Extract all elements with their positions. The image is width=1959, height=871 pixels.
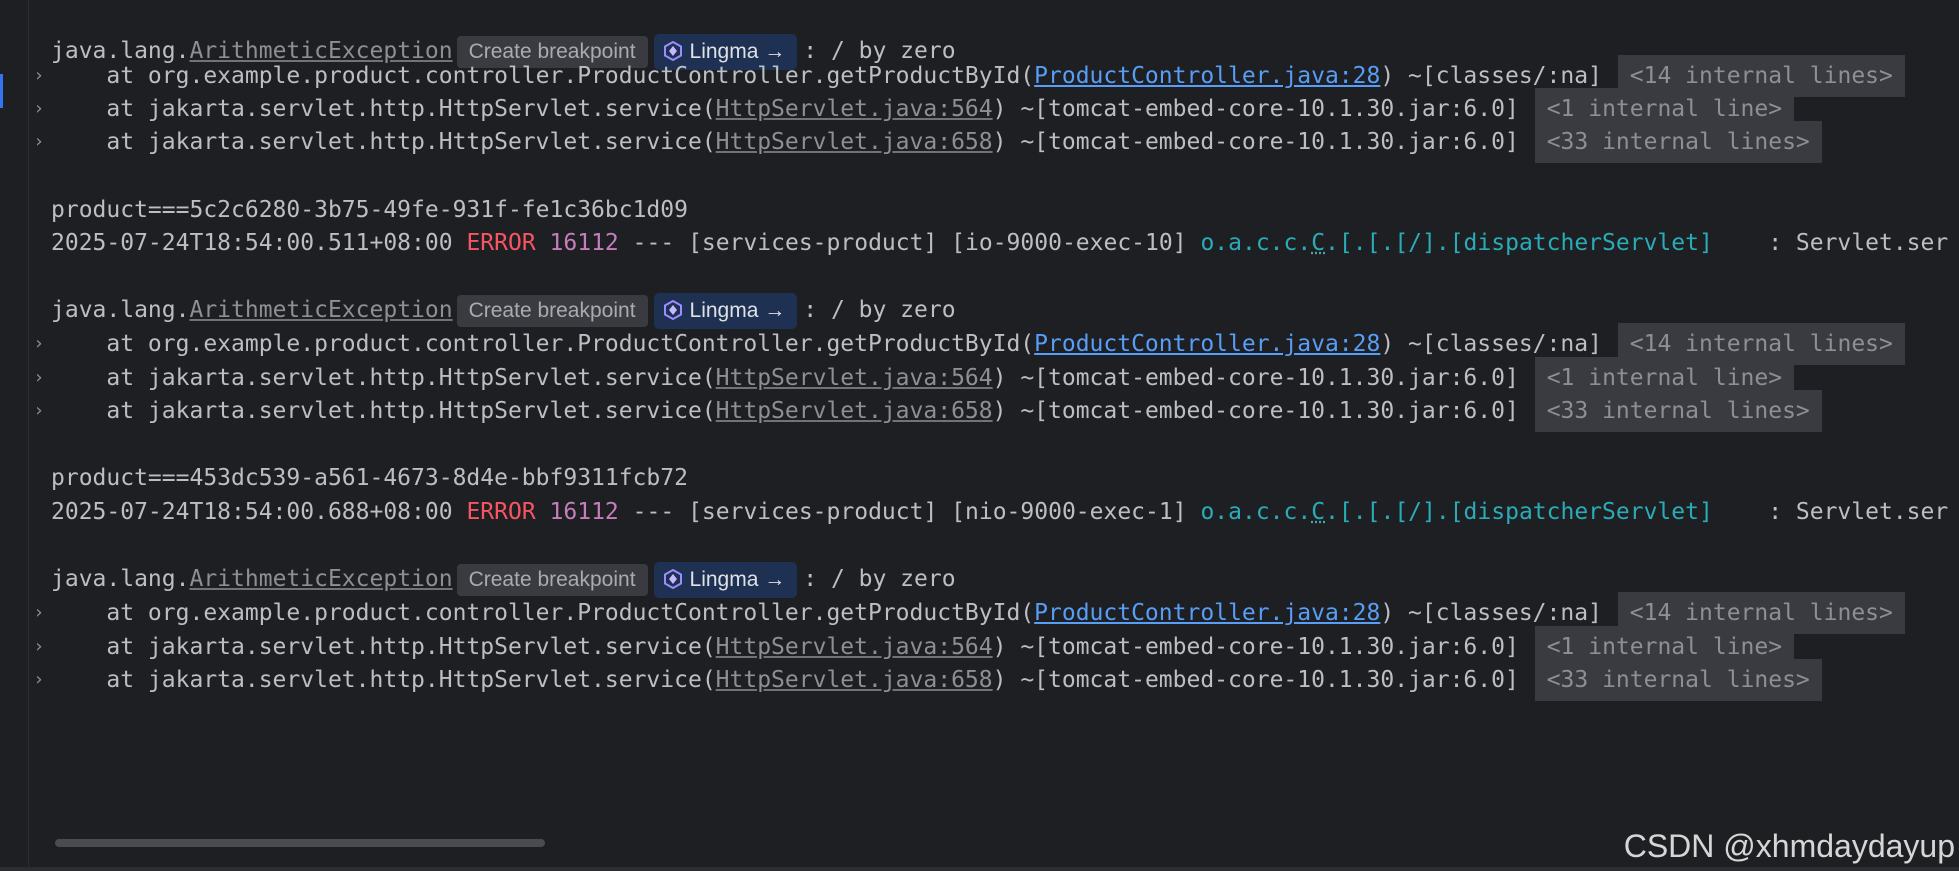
frame-source-link[interactable]: HttpServlet.java:658 [716,667,993,693]
fold-chevron-icon[interactable]: › [30,390,48,432]
log-pid: 16112 [549,230,619,256]
frame-source-link[interactable]: HttpServlet.java:564 [716,365,993,391]
logger-part: .[.[.[/].[dispatcherServlet] [1325,230,1713,256]
internal-lines-toggle[interactable]: <33 internal lines> [1534,390,1822,432]
exception-class-link[interactable]: ArithmeticException [189,297,452,323]
lingma-icon [663,299,682,320]
log-thread: [nio-9000-exec-1] [951,499,1187,525]
frame-text: at jakarta.servlet.http.HttpServlet.serv… [51,96,716,122]
create-breakpoint-button[interactable]: Create breakpoint [456,563,648,596]
exception-message: : / by zero [803,297,956,323]
frame-text: at org.example.product.controller.Produc… [51,331,1035,357]
watermark: CSDN @xhmdaydayup [1623,828,1955,864]
logger-part: .[.[.[/].[dispatcherServlet] [1325,499,1713,525]
log-timestamp: 2025-07-24T18:54:00.688+08:00 [51,499,453,525]
frame-suffix: ) ~[tomcat-embed-core-10.1.30.jar:6.0] [992,129,1519,155]
console-window: { "lingma_label": "Lingma →", "create_br… [0,0,1959,871]
frame-source-link[interactable]: ProductController.java:28 [1034,331,1380,357]
log-line: 2025-07-24T18:54:00.511+08:00 ERROR 1611… [51,222,1948,264]
horizontal-scrollbar-thumb[interactable] [55,839,545,847]
frame-suffix: ) ~[tomcat-embed-core-10.1.30.jar:6.0] [992,398,1519,424]
logger-part-squiggle: C [1311,499,1326,525]
internal-lines-toggle[interactable]: <33 internal lines> [1534,659,1822,701]
log-app: [services-product] [688,230,938,256]
console-output: java.lang.ArithmeticException Create brea… [0,0,1959,871]
log-app: [services-product] [688,499,938,525]
log-level: ERROR [466,499,536,525]
logger-part-squiggle: C [1311,230,1326,256]
log-dashes: --- [632,230,675,256]
frame-text: at org.example.product.controller.Produc… [51,63,1035,89]
log-dashes: --- [632,499,675,525]
stack-frame-line: at jakarta.servlet.http.HttpServlet.serv… [51,121,1822,163]
frame-text: at jakarta.servlet.http.HttpServlet.serv… [51,365,716,391]
frame-text: at jakarta.servlet.http.HttpServlet.serv… [51,634,716,660]
lingma-label: Lingma → [689,567,786,591]
log-message: : Servlet.ser [1712,499,1949,525]
create-breakpoint-button[interactable]: Create breakpoint [456,294,648,327]
frame-text: at org.example.product.controller.Produc… [51,600,1035,626]
fold-chevron-icon[interactable]: › [30,121,48,163]
frame-text: at jakarta.servlet.http.HttpServlet.serv… [51,398,716,424]
frame-source-link[interactable]: HttpServlet.java:658 [716,398,993,424]
lingma-icon [663,568,682,589]
log-level: ERROR [466,230,536,256]
frame-suffix: ) ~[tomcat-embed-core-10.1.30.jar:6.0] [992,96,1519,122]
internal-lines-toggle[interactable]: <33 internal lines> [1534,121,1822,163]
frame-source-link[interactable]: HttpServlet.java:564 [716,634,993,660]
frame-suffix: ) ~[tomcat-embed-core-10.1.30.jar:6.0] [992,365,1519,391]
frame-text: at jakarta.servlet.http.HttpServlet.serv… [51,129,716,155]
frame-suffix: ) ~[classes/:na] [1380,331,1602,357]
log-timestamp: 2025-07-24T18:54:00.511+08:00 [51,230,453,256]
stack-frame-line: at jakarta.servlet.http.HttpServlet.serv… [51,390,1822,432]
fold-chevron-icon[interactable]: › [30,659,48,701]
frame-source-link[interactable]: ProductController.java:28 [1034,600,1380,626]
frame-source-link[interactable]: HttpServlet.java:564 [716,96,993,122]
frame-source-link[interactable]: ProductController.java:28 [1034,63,1380,89]
log-logger[interactable]: o.a.c.c.C.[.[.[/].[dispatcherServlet] [1200,499,1712,525]
logger-part: o.a.c.c. [1200,230,1312,256]
exception-prefix: java.lang. [51,297,190,323]
frame-text: at jakarta.servlet.http.HttpServlet.serv… [51,667,716,693]
exception-prefix: java.lang. [51,566,190,592]
exception-class-link[interactable]: ArithmeticException [189,566,452,592]
exception-message: : / by zero [803,566,956,592]
log-line: 2025-07-24T18:54:00.688+08:00 ERROR 1611… [51,491,1948,533]
logger-part: o.a.c.c. [1200,499,1312,525]
frame-suffix: ) ~[classes/:na] [1380,600,1602,626]
frame-suffix: ) ~[tomcat-embed-core-10.1.30.jar:6.0] [992,634,1519,660]
log-logger[interactable]: o.a.c.c.C.[.[.[/].[dispatcherServlet] [1200,230,1712,256]
log-thread: [io-9000-exec-10] [951,230,1187,256]
log-message: : Servlet.ser [1712,230,1949,256]
frame-suffix: ) ~[classes/:na] [1380,63,1602,89]
stack-frame-line: at jakarta.servlet.http.HttpServlet.serv… [51,659,1822,701]
panel-bottom-border [0,867,1959,871]
log-pid: 16112 [549,499,619,525]
frame-suffix: ) ~[tomcat-embed-core-10.1.30.jar:6.0] [992,667,1519,693]
lingma-label: Lingma → [689,298,786,322]
frame-source-link[interactable]: HttpServlet.java:658 [716,129,993,155]
